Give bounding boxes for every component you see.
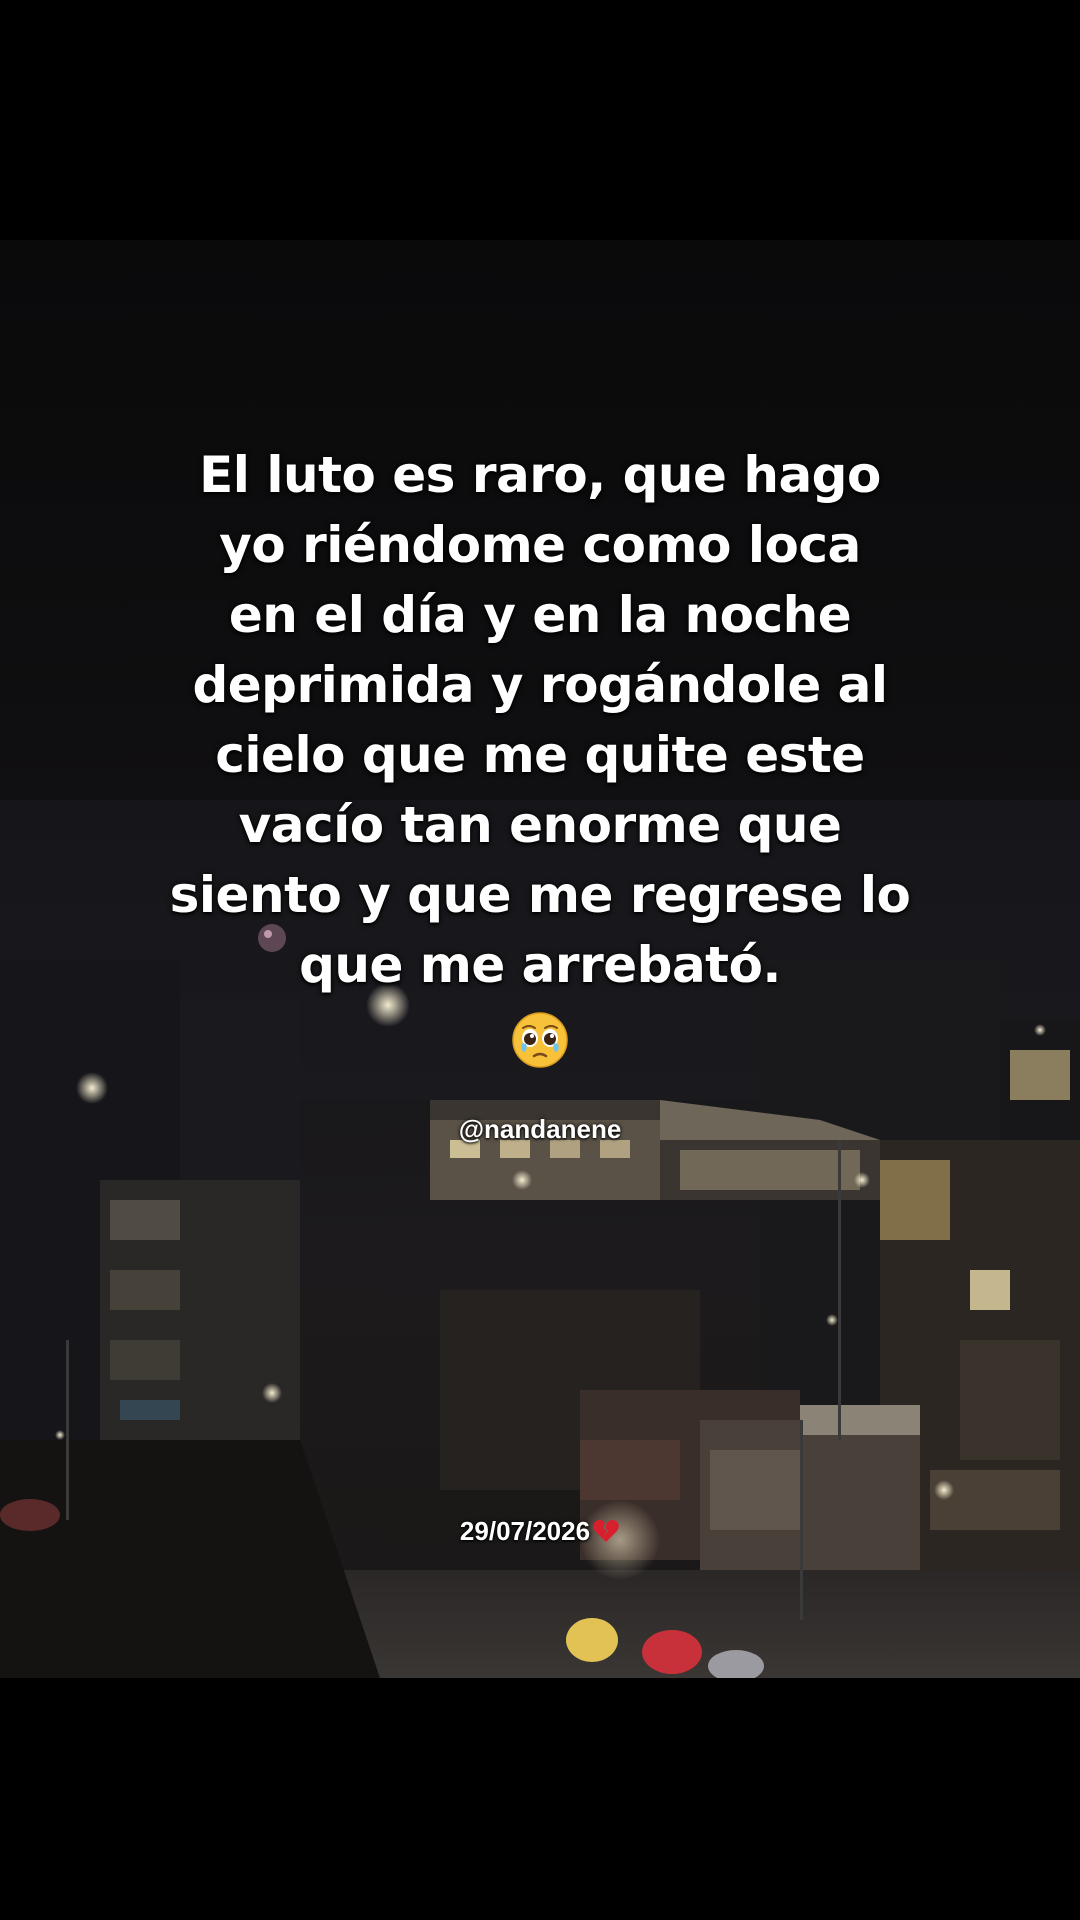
quote-line: yo riéndome como loca: [219, 516, 861, 574]
quote-line: deprimida y rogándole al: [192, 656, 888, 714]
quote-line: cielo que me quite este: [215, 726, 865, 784]
story-screen: El luto es raro, que hago yo riéndome co…: [0, 0, 1080, 1920]
broken-heart-icon: [593, 1519, 619, 1542]
quote-line: vacío tan enorme que: [238, 796, 842, 854]
quote-line: siento y que me regrese lo: [169, 866, 911, 924]
user-handle: @nandanene: [458, 1114, 622, 1144]
quote-text: El luto es raro, que hago yo riéndome co…: [150, 440, 930, 1000]
date-row: 29/07/2026: [380, 1512, 700, 1550]
quote-line: en el día y en la noche: [228, 586, 852, 644]
quote-line: que me arrebató.: [299, 936, 781, 994]
pleading-face-icon: [512, 1012, 568, 1068]
quote-line: El luto es raro, que hago: [199, 446, 881, 504]
post-date: 29/07/2026: [459, 1515, 591, 1546]
